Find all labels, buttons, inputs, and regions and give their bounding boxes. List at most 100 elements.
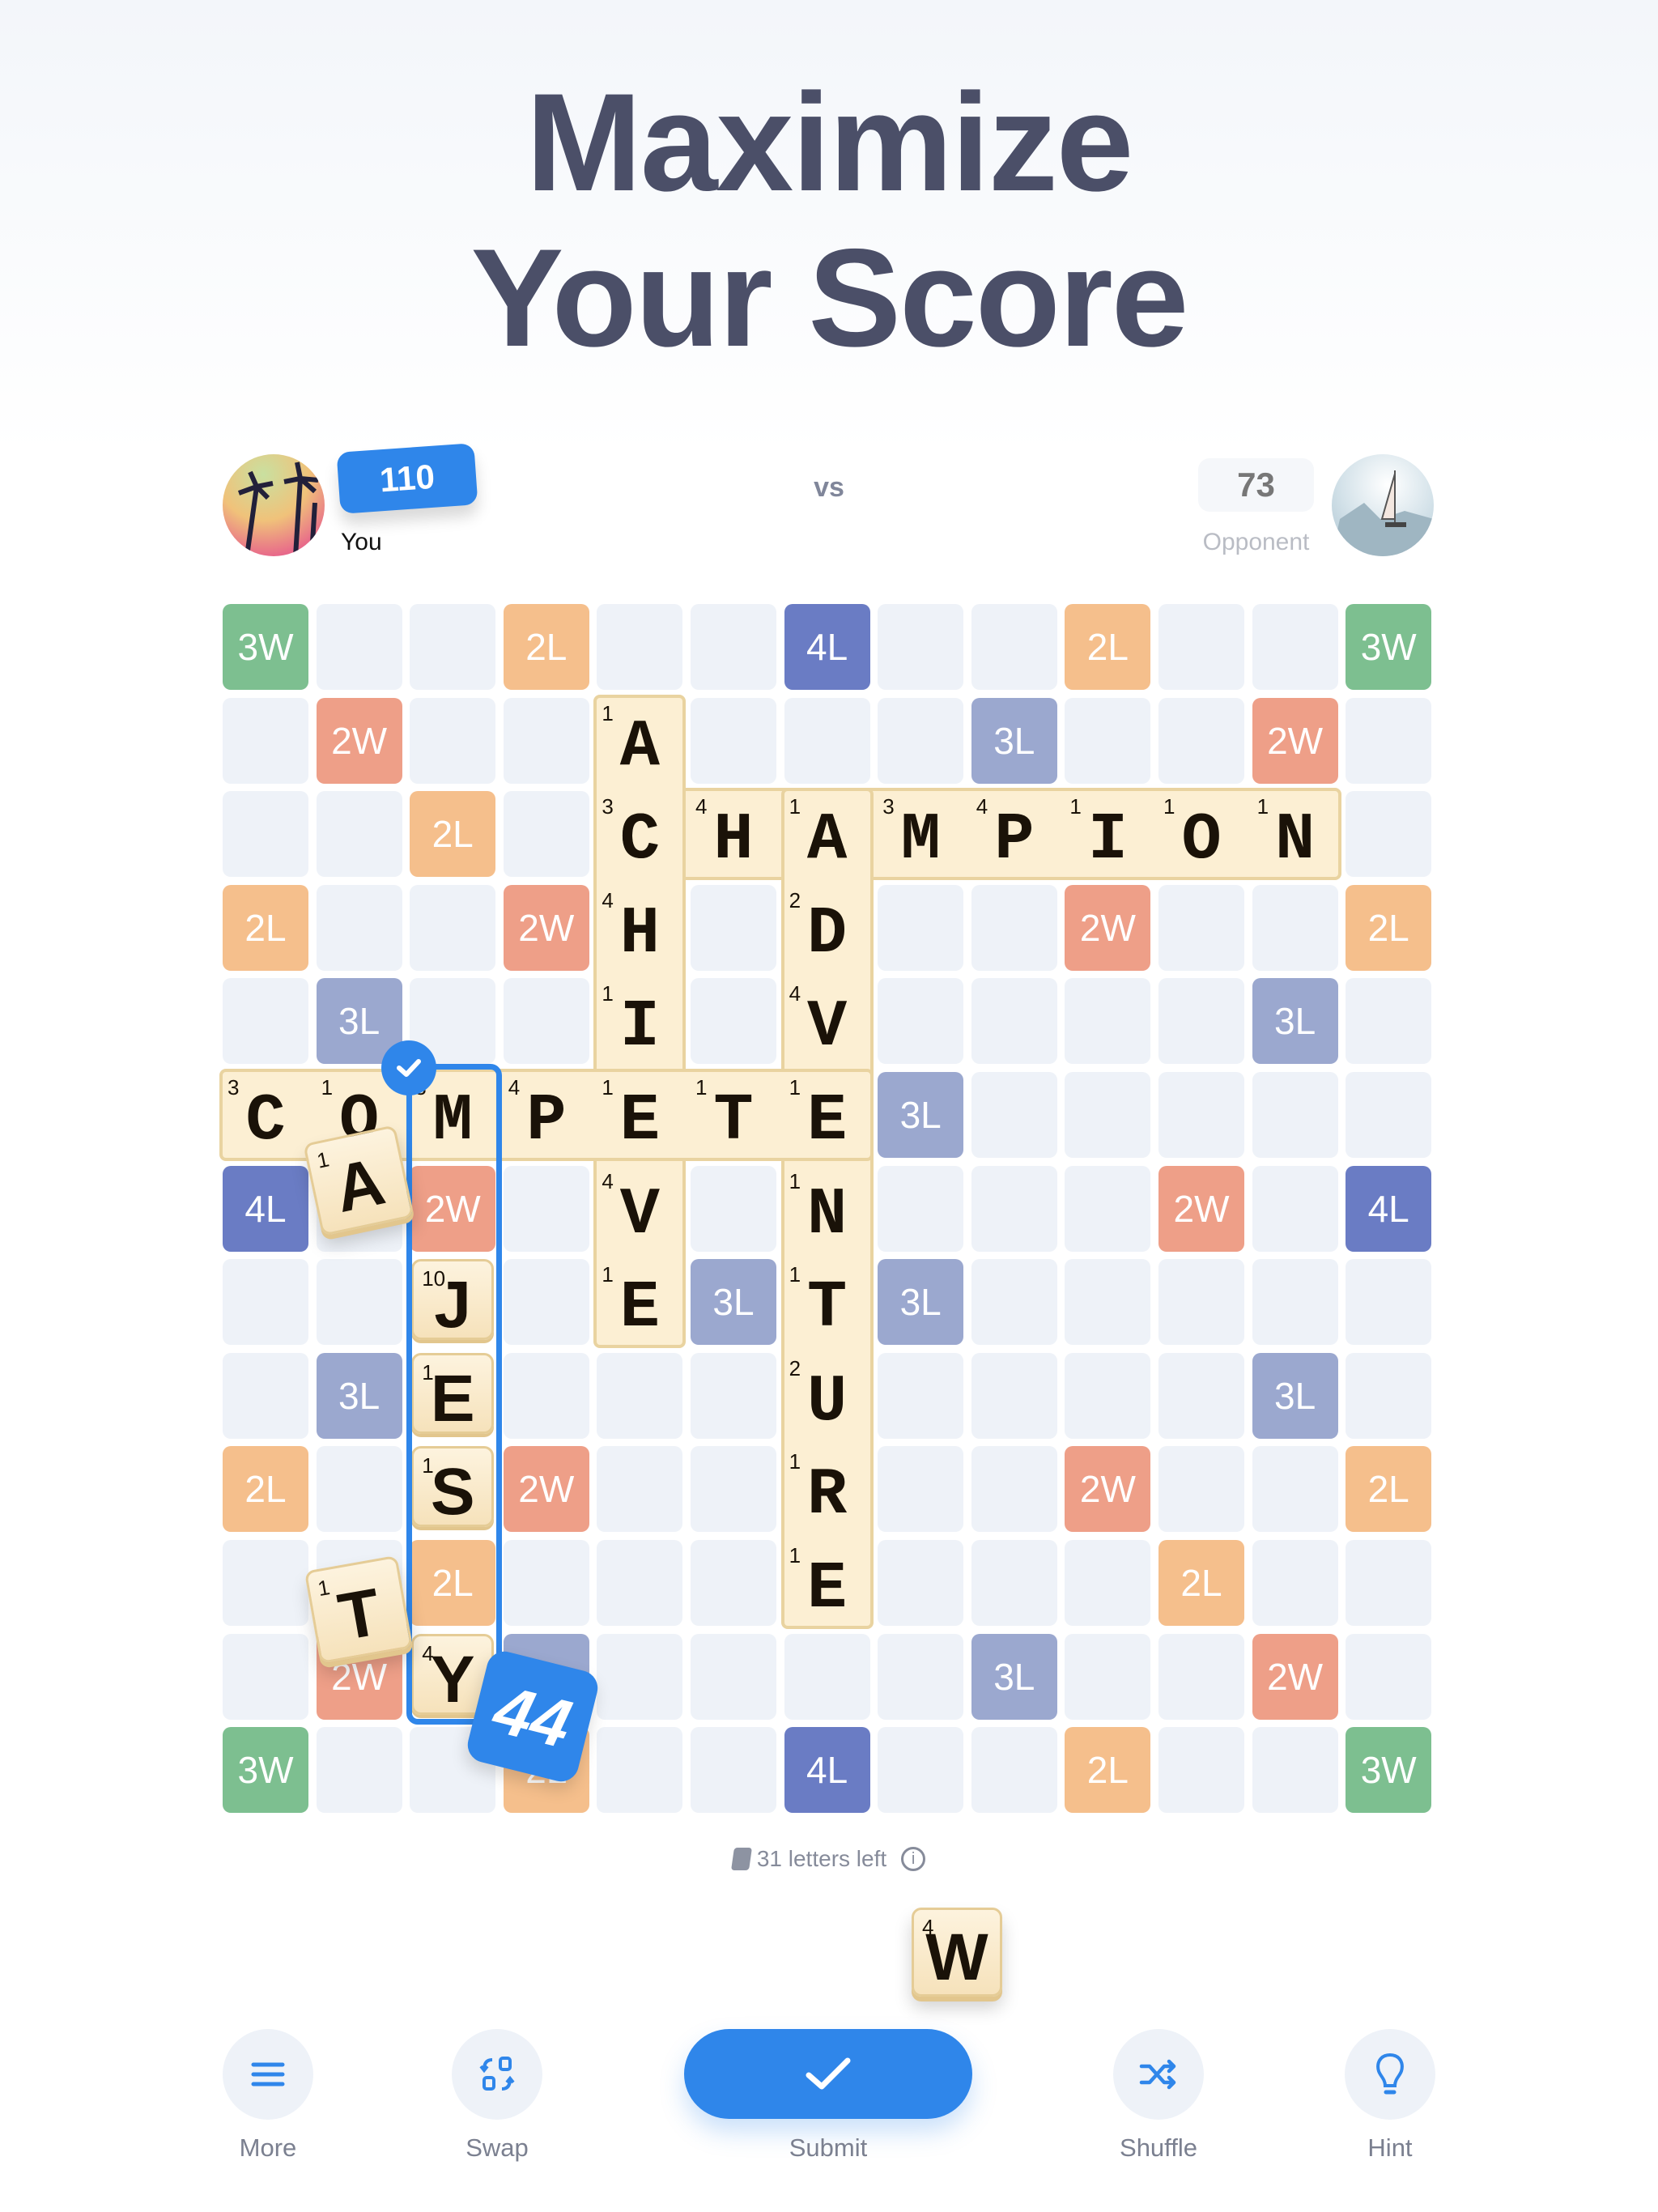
board-square[interactable] xyxy=(410,604,496,690)
board-square[interactable] xyxy=(1158,1727,1244,1814)
board-square[interactable] xyxy=(691,1540,776,1626)
premium-square-2L[interactable]: 2L xyxy=(1065,1727,1151,1814)
board-square[interactable] xyxy=(316,1727,402,1814)
board-square[interactable] xyxy=(1252,1259,1338,1346)
board-square[interactable] xyxy=(1346,1072,1432,1158)
board-square[interactable] xyxy=(971,1072,1057,1158)
board-square[interactable] xyxy=(1252,604,1338,690)
board-square[interactable] xyxy=(1158,1633,1244,1720)
swap-button[interactable] xyxy=(452,2029,542,2120)
hint-button[interactable] xyxy=(1345,2029,1435,2120)
board-square[interactable] xyxy=(691,1727,776,1814)
premium-square-3L[interactable]: 3L xyxy=(1252,1352,1338,1439)
board-square[interactable] xyxy=(223,1633,308,1720)
premium-square-4L[interactable]: 4L xyxy=(1346,1165,1432,1252)
board-square[interactable] xyxy=(1252,1446,1338,1533)
board-square[interactable] xyxy=(971,1352,1057,1439)
dragging-tile-t[interactable]: T1 xyxy=(304,1555,414,1665)
board-square[interactable] xyxy=(597,1446,683,1533)
board-square[interactable] xyxy=(1252,1540,1338,1626)
board-square[interactable] xyxy=(503,791,589,878)
board-square[interactable] xyxy=(784,1633,870,1720)
board-square[interactable] xyxy=(691,604,776,690)
board-square[interactable] xyxy=(410,884,496,971)
premium-square-2W[interactable]: 2W xyxy=(316,697,402,784)
board-square[interactable] xyxy=(878,1446,964,1533)
board-square[interactable] xyxy=(1252,1072,1338,1158)
premium-square-2L[interactable]: 2L xyxy=(1158,1540,1244,1626)
board-square[interactable] xyxy=(1346,1259,1432,1346)
premium-square-2L[interactable]: 2L xyxy=(223,884,308,971)
rack-tile-w[interactable]: W4 xyxy=(912,1908,1002,1997)
board-square[interactable] xyxy=(316,791,402,878)
premium-square-2L[interactable]: 2L xyxy=(1065,604,1151,690)
board-square[interactable] xyxy=(878,978,964,1065)
board-square[interactable] xyxy=(878,697,964,784)
premium-square-2W[interactable]: 2W xyxy=(1252,697,1338,784)
board-square[interactable] xyxy=(878,1165,964,1252)
premium-square-3L[interactable]: 3L xyxy=(971,1633,1057,1720)
board-square[interactable] xyxy=(971,1727,1057,1814)
board-square[interactable] xyxy=(316,1259,402,1346)
board-square[interactable] xyxy=(1252,884,1338,971)
board-square[interactable] xyxy=(503,1352,589,1439)
board-square[interactable] xyxy=(971,1259,1057,1346)
board-square[interactable] xyxy=(971,1540,1057,1626)
board-square[interactable] xyxy=(503,1165,589,1252)
board-square[interactable] xyxy=(1252,1727,1338,1814)
premium-square-4L[interactable]: 4L xyxy=(784,604,870,690)
board-square[interactable] xyxy=(1065,1072,1151,1158)
board-square[interactable] xyxy=(223,697,308,784)
board-square[interactable] xyxy=(1065,697,1151,784)
shuffle-button[interactable] xyxy=(1113,2029,1204,2120)
board-square[interactable] xyxy=(503,1259,589,1346)
board-square[interactable] xyxy=(691,1633,776,1720)
board-square[interactable] xyxy=(1346,978,1432,1065)
board-square[interactable] xyxy=(223,1352,308,1439)
board-square[interactable] xyxy=(691,1165,776,1252)
premium-square-3L[interactable]: 3L xyxy=(691,1259,776,1346)
board-square[interactable] xyxy=(878,1727,964,1814)
board-square[interactable] xyxy=(878,1633,964,1720)
premium-square-3L[interactable]: 3L xyxy=(878,1259,964,1346)
premium-square-2L[interactable]: 2L xyxy=(223,1446,308,1533)
board-square[interactable] xyxy=(1346,697,1432,784)
premium-square-4L[interactable]: 4L xyxy=(784,1727,870,1814)
more-button[interactable] xyxy=(223,2029,313,2120)
board-square[interactable] xyxy=(1252,1165,1338,1252)
board-square[interactable] xyxy=(1065,1352,1151,1439)
board-square[interactable] xyxy=(784,697,870,784)
board-square[interactable] xyxy=(503,1540,589,1626)
board-square[interactable] xyxy=(316,884,402,971)
premium-square-3W[interactable]: 3W xyxy=(223,604,308,690)
board-square[interactable] xyxy=(971,884,1057,971)
premium-square-3L[interactable]: 3L xyxy=(1252,978,1338,1065)
premium-square-2W[interactable]: 2W xyxy=(503,884,589,971)
board-square[interactable] xyxy=(410,697,496,784)
board-square[interactable] xyxy=(1158,978,1244,1065)
board-square[interactable] xyxy=(1158,1072,1244,1158)
board-square[interactable] xyxy=(597,1540,683,1626)
board-square[interactable] xyxy=(1065,1259,1151,1346)
board-square[interactable] xyxy=(223,791,308,878)
board-square[interactable] xyxy=(223,1259,308,1346)
board-square[interactable] xyxy=(1158,1446,1244,1533)
premium-square-2L[interactable]: 2L xyxy=(1346,884,1432,971)
board-square[interactable] xyxy=(971,1446,1057,1533)
board-square[interactable] xyxy=(1065,1165,1151,1252)
board-square[interactable] xyxy=(316,1446,402,1533)
premium-square-3L[interactable]: 3L xyxy=(971,697,1057,784)
dragging-tile-a[interactable]: A1 xyxy=(303,1125,414,1236)
premium-square-2W[interactable]: 2W xyxy=(1065,1446,1151,1533)
board-square[interactable] xyxy=(971,978,1057,1065)
board-square[interactable] xyxy=(971,1165,1057,1252)
board-square[interactable] xyxy=(1346,1352,1432,1439)
board-square[interactable] xyxy=(691,978,776,1065)
board-square[interactable] xyxy=(1065,1633,1151,1720)
premium-square-2W[interactable]: 2W xyxy=(1252,1633,1338,1720)
board-square[interactable] xyxy=(223,1540,308,1626)
premium-square-3W[interactable]: 3W xyxy=(1346,604,1432,690)
board-square[interactable] xyxy=(878,1540,964,1626)
board-square[interactable] xyxy=(1065,978,1151,1065)
board-square[interactable] xyxy=(1065,1540,1151,1626)
